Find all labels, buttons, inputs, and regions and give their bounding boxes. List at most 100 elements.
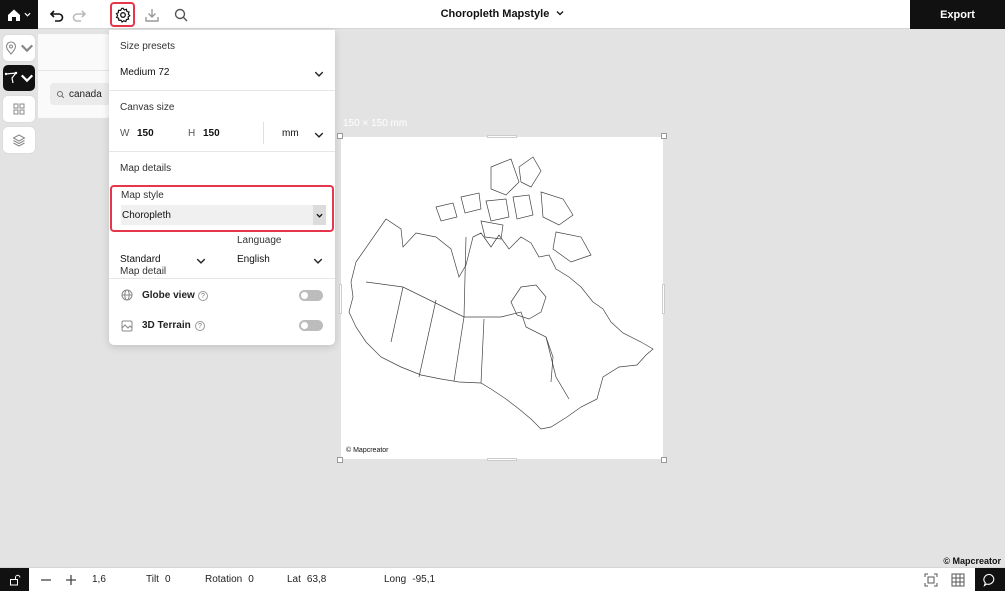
layers-button[interactable] [3, 127, 35, 153]
arctic-island [540, 191, 574, 226]
globe-icon [121, 289, 133, 301]
fit-to-screen-icon[interactable] [924, 573, 938, 587]
document-title-text: Choropleth Mapstyle [440, 8, 550, 20]
long-label: Long [384, 574, 407, 585]
arctic-island [460, 192, 482, 214]
polygon-tool-icon [4, 71, 18, 84]
map-style-select[interactable]: Choropleth [121, 205, 326, 225]
canvas-size-indicator: 150 × 150 mm [343, 118, 408, 129]
location-search-input[interactable]: canada [50, 83, 112, 105]
divider [263, 122, 264, 144]
resize-handle-left[interactable] [339, 284, 342, 314]
latitude-control[interactable]: Lat 63,8 [287, 574, 326, 585]
long-value: -95,1 [412, 574, 436, 585]
unlock-icon [9, 574, 20, 586]
search-icon [56, 90, 65, 98]
terrain-toggle[interactable] [299, 320, 323, 331]
status-bar: 1,6 Tilt 0 Rotation 0 Lat 63,8 Long -95,1 [0, 567, 1005, 591]
map-attribution: © Mapcreator [346, 447, 389, 454]
download-icon [145, 9, 159, 22]
size-presets-label: Size presets [120, 41, 176, 52]
province-border [480, 318, 485, 384]
rotation-control[interactable]: Rotation 0 [205, 574, 254, 585]
canada-map [348, 156, 654, 430]
chevron-down-icon [196, 258, 206, 264]
canvas-size-label: Canvas size [120, 102, 175, 113]
resize-handle-top[interactable] [487, 135, 517, 138]
tilt-label: Tilt [146, 574, 159, 585]
hudson-bay [510, 284, 547, 320]
resize-handle-top-left[interactable] [337, 133, 343, 139]
height-input[interactable]: 150 [203, 128, 220, 139]
side-panel [38, 34, 110, 118]
resize-handle-top-right[interactable] [661, 133, 667, 139]
home-menu-button[interactable] [0, 0, 38, 29]
globe-view-toggle[interactable] [299, 290, 323, 301]
province-border [390, 286, 404, 343]
province-border [453, 316, 465, 382]
grid-view-icon[interactable] [951, 573, 965, 587]
globe-view-label: Globe view [142, 290, 195, 301]
language-label: Language [237, 235, 282, 246]
chevron-down-icon [556, 11, 564, 16]
resize-handle-bottom[interactable] [487, 458, 517, 461]
export-button[interactable]: Export [910, 0, 1005, 29]
longitude-control[interactable]: Long -95,1 [384, 574, 435, 585]
map-detail-value: Standard [120, 254, 161, 265]
chevron-down-icon [20, 44, 34, 53]
help-icon[interactable]: ? [195, 321, 205, 331]
resize-handle-bottom-left[interactable] [337, 457, 343, 463]
help-icon[interactable]: ? [198, 291, 208, 301]
undo-icon [49, 10, 64, 22]
chevron-down-icon [314, 71, 324, 77]
layers-icon [12, 134, 26, 147]
divider [109, 151, 335, 152]
arctic-island [518, 156, 542, 188]
province-border [418, 299, 437, 378]
tilt-control[interactable]: Tilt 0 [146, 574, 171, 585]
language-select[interactable]: English [226, 252, 331, 269]
map-style-group: Map style Choropleth [110, 185, 334, 232]
chat-button[interactable] [975, 568, 1005, 591]
chevron-down-icon [313, 258, 323, 264]
tilt-value: 0 [164, 574, 171, 585]
download-button[interactable] [141, 4, 163, 26]
shape-tool-button[interactable] [3, 65, 35, 91]
lock-button[interactable] [0, 568, 29, 591]
search-icon [174, 8, 188, 22]
zoom-out-icon[interactable] [39, 573, 53, 587]
map-detail-select[interactable]: Standard [109, 252, 214, 269]
zoom-level[interactable]: 1,6 [92, 574, 106, 585]
resize-handle-right[interactable] [662, 284, 665, 314]
document-title-dropdown[interactable]: Choropleth Mapstyle [441, 8, 565, 20]
zoom-in-icon[interactable] [64, 573, 78, 587]
width-label: W [120, 128, 130, 139]
height-label: H [188, 128, 196, 139]
map-style-select-arrow[interactable] [313, 205, 326, 225]
undo-button[interactable] [46, 4, 68, 26]
arctic-island [490, 158, 520, 196]
settings-button[interactable] [110, 2, 135, 27]
width-input[interactable]: 150 [137, 128, 154, 139]
grid-tool-button[interactable] [3, 96, 35, 122]
rotation-value: 0 [248, 574, 254, 585]
marker-tool-button[interactable] [3, 35, 35, 61]
province-border [500, 311, 554, 383]
resize-handle-bottom-right[interactable] [661, 457, 667, 463]
arctic-island [552, 231, 592, 263]
chat-icon [983, 573, 995, 587]
province-border [463, 236, 467, 318]
size-presets-select[interactable]: Medium 72 [109, 62, 335, 82]
redo-button[interactable] [68, 4, 90, 26]
terrain-label: 3D Terrain [142, 320, 191, 331]
search-button[interactable] [170, 4, 192, 26]
redo-icon [72, 10, 87, 22]
map-canvas[interactable]: © Mapcreator [341, 137, 663, 459]
location-pin-icon [5, 41, 17, 55]
map-style-label: Map style [121, 190, 164, 201]
map-style-value: Choropleth [122, 209, 171, 221]
terrain-icon [121, 320, 133, 332]
unit-select[interactable]: mm [269, 122, 335, 144]
corner-attribution: © Mapcreator [943, 556, 1001, 566]
unit-value: mm [282, 128, 299, 139]
